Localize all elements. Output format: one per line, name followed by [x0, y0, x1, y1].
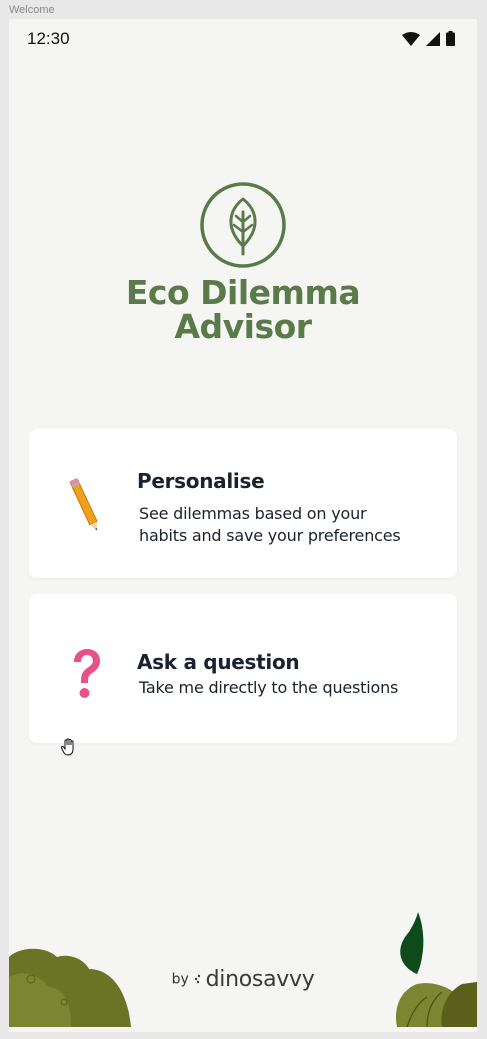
app-title: Eco Dilemma Advisor [9, 276, 477, 344]
brand-name: dinosavvy [205, 967, 315, 992]
leaf-icon [200, 182, 286, 268]
personalise-description: See dilemmas based on your habits and sa… [139, 503, 401, 547]
personalise-desc-line2: habits and save your preferences [139, 526, 401, 545]
battery-icon [446, 31, 455, 51]
personalise-card[interactable]: Personalise See dilemmas based on your h… [29, 429, 457, 578]
ask-question-card[interactable]: Ask a question Take me directly to the q… [29, 594, 457, 743]
brand-dots-icon [193, 971, 205, 988]
bush-left-decoration [9, 947, 134, 1032]
wifi-icon [402, 31, 420, 51]
pencil-icon [69, 475, 101, 540]
ask-question-description: Take me directly to the questions [139, 678, 399, 697]
personalise-desc-line1: See dilemmas based on your [139, 504, 367, 523]
app-title-line2: Advisor [174, 307, 312, 346]
status-icons [402, 31, 455, 51]
status-bar: 12:30 [9, 19, 477, 59]
app-screen: 12:30 Eco Dilemma Advisor Personalise Se… [9, 19, 477, 1032]
brand-by: by [171, 971, 189, 988]
plant-right-decoration [387, 912, 477, 1032]
status-time: 12:30 [27, 29, 70, 48]
hand-cursor-icon [60, 738, 77, 761]
app-logo [9, 182, 477, 268]
question-mark-icon [69, 648, 103, 705]
app-title-line1: Eco Dilemma [125, 273, 361, 312]
window-title: Welcome [9, 4, 55, 16]
personalise-title: Personalise [137, 469, 265, 493]
signal-icon [426, 31, 440, 51]
ask-question-title: Ask a question [137, 650, 300, 674]
